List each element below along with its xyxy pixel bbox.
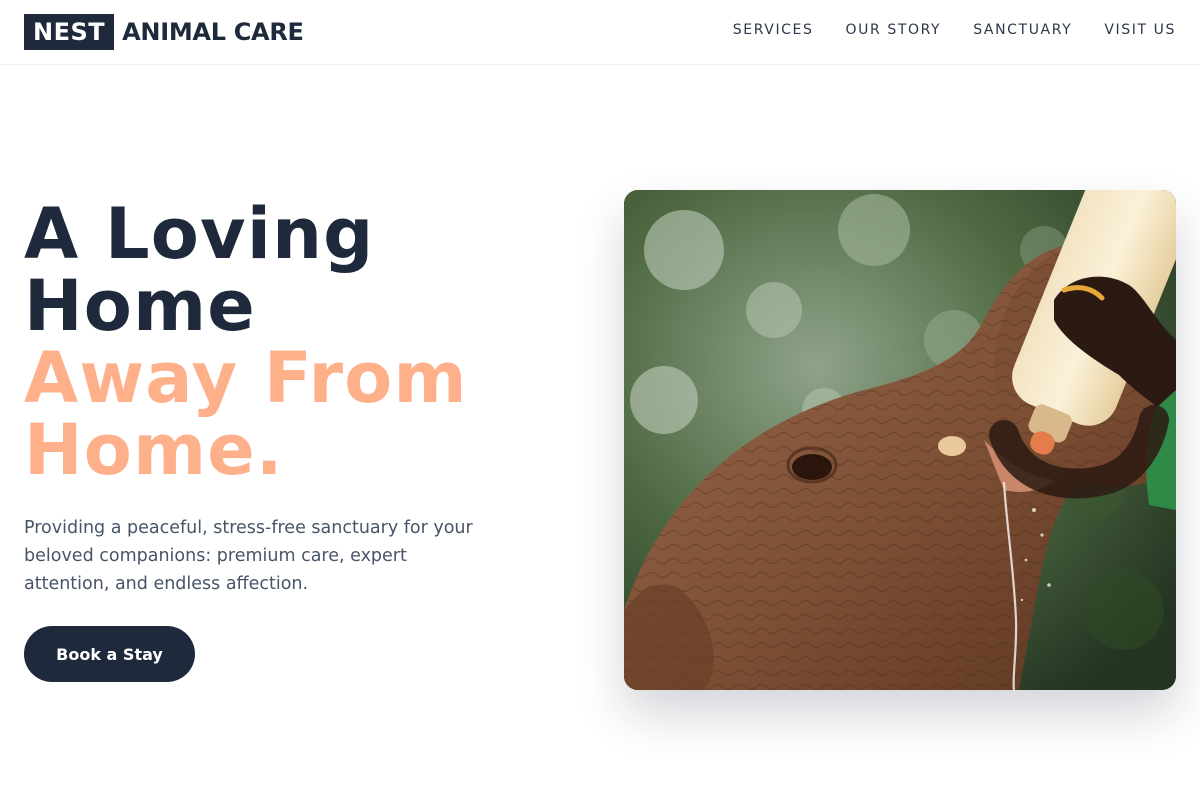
brand-logo-name: ANIMAL CARE: [122, 18, 304, 46]
top-navigation-bar: NEST ANIMAL CARE SERVICES OUR STORY SANC…: [0, 0, 1200, 65]
nav-link-visit-us[interactable]: VISIT US: [1104, 22, 1176, 38]
hero-text: A Loving Home Away From Home. Providing …: [24, 198, 544, 598]
elephant-feeding-illustration: [624, 190, 1176, 690]
hero-headline-line-2: Home: [24, 265, 256, 347]
hero-description: Providing a peaceful, stress-free sanctu…: [24, 518, 473, 594]
hero-headline-accent-line-1: Away From: [24, 337, 468, 419]
nav-link-sanctuary[interactable]: SANCTUARY: [973, 22, 1072, 38]
nav-link-services[interactable]: SERVICES: [733, 22, 814, 38]
book-a-stay-button[interactable]: Book a Stay: [24, 626, 195, 682]
hero-headline-accent-line-2: Home.: [24, 409, 284, 491]
hero-headline-line-1: A Loving: [24, 193, 375, 275]
hero-photo: [624, 190, 1176, 690]
brand-logo[interactable]: NEST ANIMAL CARE: [24, 14, 304, 50]
main-nav: SERVICES OUR STORY SANCTUARY VISIT US: [733, 22, 1176, 38]
nav-link-our-story[interactable]: OUR STORY: [846, 22, 942, 38]
hero-headline: A Loving Home Away From Home.: [24, 198, 544, 486]
brand-logo-mark: NEST: [24, 14, 115, 50]
